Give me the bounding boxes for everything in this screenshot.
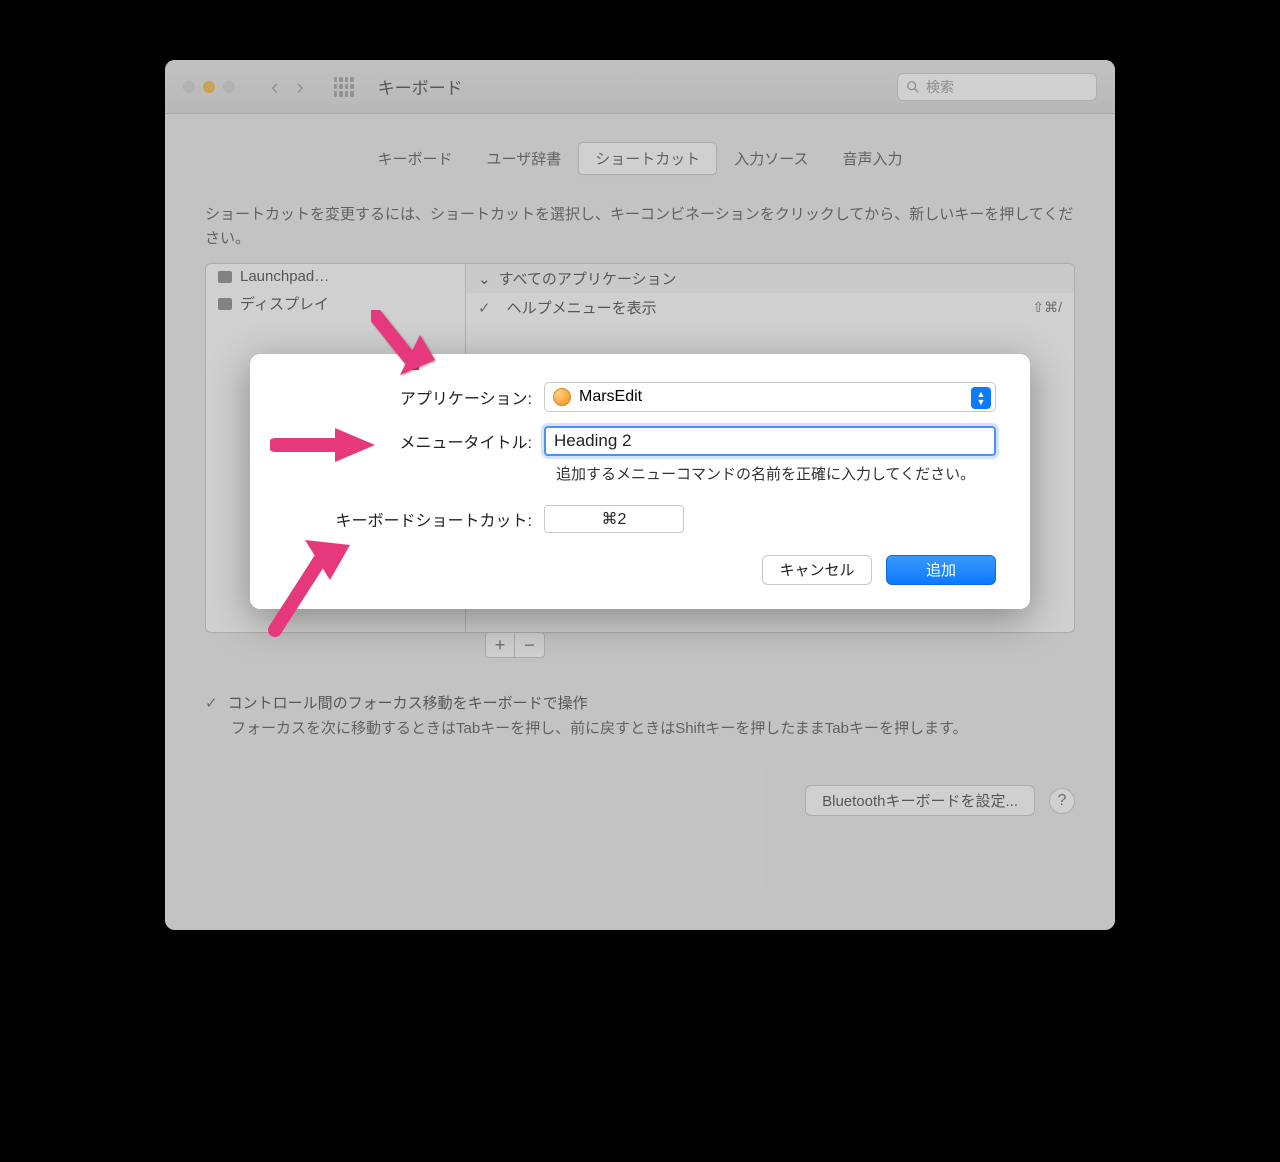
updown-icon: ▲▼ bbox=[971, 387, 991, 409]
marsedit-icon bbox=[553, 388, 571, 406]
menu-title-hint: 追加するメニューコマンドの名前を正確に入力してください。 bbox=[556, 464, 996, 487]
annotation-arrow-icon bbox=[270, 420, 380, 470]
cancel-button[interactable]: キャンセル bbox=[762, 555, 872, 585]
annotation-arrow-icon bbox=[260, 520, 360, 640]
preferences-window: ‹ › キーボード 検索 キーボード ユーザ辞書 ショートカット 入力ソース 音… bbox=[165, 60, 1115, 930]
application-select[interactable]: MarsEdit ▲▼ bbox=[544, 382, 996, 412]
keyboard-shortcut-input[interactable]: ⌘2 bbox=[544, 505, 684, 533]
add-button[interactable]: 追加 bbox=[886, 555, 996, 585]
annotation-arrow-icon bbox=[365, 305, 445, 395]
application-value: MarsEdit bbox=[579, 388, 642, 406]
menu-title-input[interactable] bbox=[544, 426, 996, 456]
